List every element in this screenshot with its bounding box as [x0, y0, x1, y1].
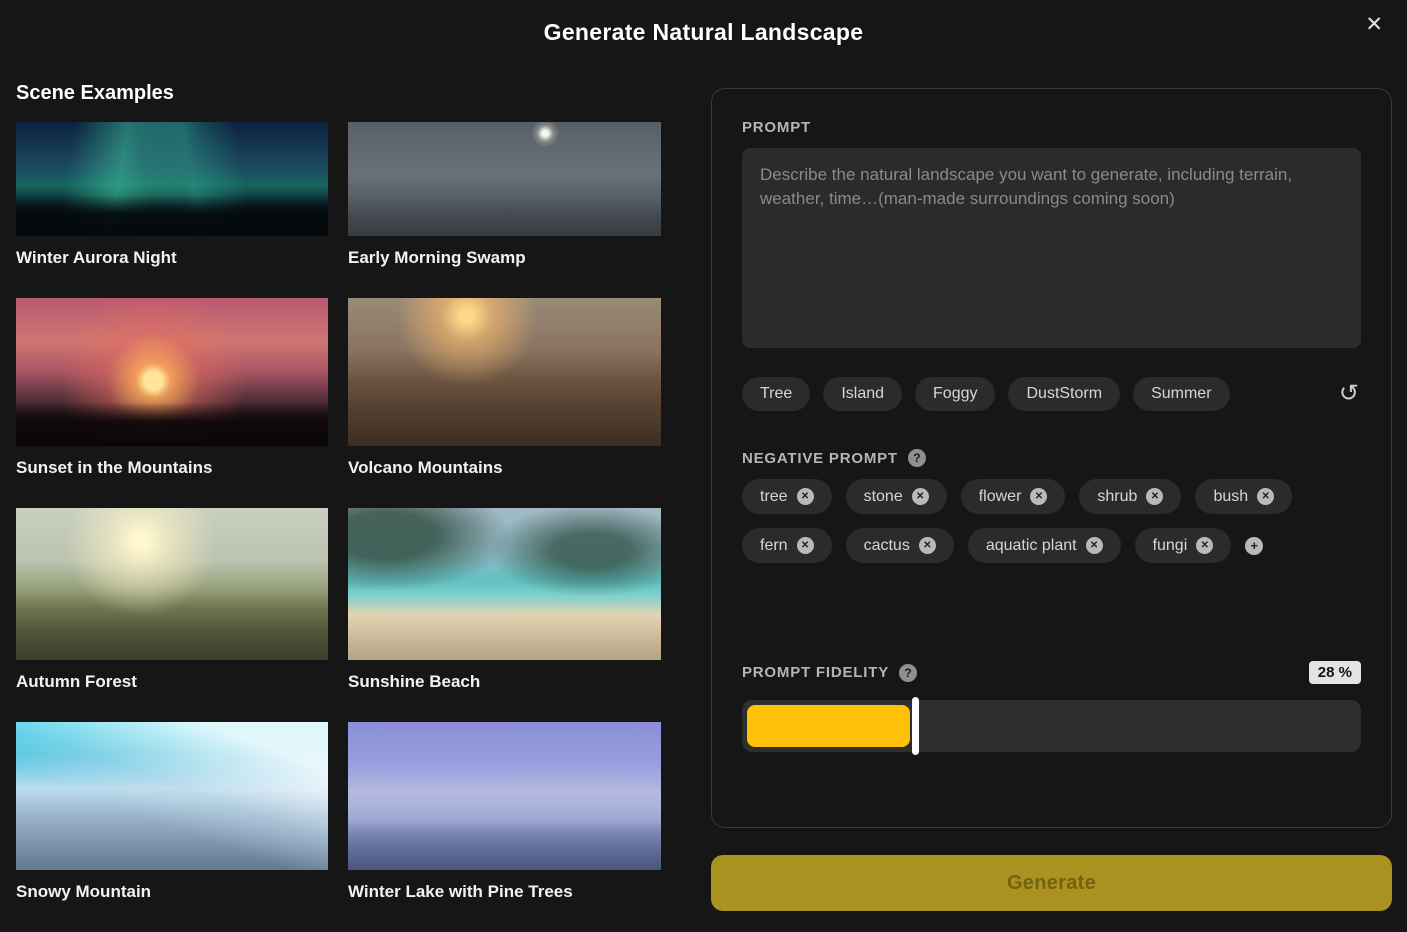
negative-tag-stone[interactable]: stone ✕ — [846, 479, 947, 514]
negative-tag-aquatic-plant[interactable]: aquatic plant ✕ — [968, 528, 1121, 563]
negative-tag-tree[interactable]: tree ✕ — [742, 479, 832, 514]
modal-title: Generate Natural Landscape — [544, 19, 864, 46]
tag-label: cactus — [864, 538, 910, 554]
tag-label: bush — [1213, 489, 1248, 505]
negative-prompt-section: NEGATIVE PROMPT ? tree ✕ stone ✕ flower … — [742, 449, 1361, 563]
suggestion-pill-summer[interactable]: Summer — [1133, 377, 1229, 411]
suggestion-label: Summer — [1151, 386, 1211, 402]
suggestion-label: DustStorm — [1026, 386, 1102, 402]
refresh-icon: ↺ — [1339, 380, 1359, 407]
modal-header: Generate Natural Landscape ✕ — [0, 0, 1407, 64]
scene-card-winter-lake-with-pine-trees[interactable]: Winter Lake with Pine Trees — [348, 722, 661, 924]
tag-label: tree — [760, 489, 788, 505]
scene-thumbnail-winter-aurora-night[interactable] — [16, 122, 328, 236]
negative-tag-fungi[interactable]: fungi ✕ — [1135, 528, 1232, 563]
scene-thumbnail-autumn-forest[interactable] — [16, 508, 328, 660]
refresh-suggestions-button[interactable]: ↺ — [1337, 382, 1361, 406]
remove-tag-icon[interactable]: ✕ — [1196, 537, 1213, 554]
scene-label: Winter Aurora Night — [16, 248, 328, 268]
remove-tag-icon[interactable]: ✕ — [797, 537, 814, 554]
prompt-suggestions-row: Tree Island Foggy DustStorm Summer ↺ — [742, 377, 1361, 411]
negative-tag-fern[interactable]: fern ✕ — [742, 528, 832, 563]
negative-tag-flower[interactable]: flower ✕ — [961, 479, 1066, 514]
fidelity-help-icon[interactable]: ? — [899, 664, 917, 682]
generation-panel-column: PROMPT Tree Island Foggy DustStorm Summe — [711, 64, 1392, 932]
suggestion-pill-island[interactable]: Island — [823, 377, 902, 411]
tag-label: stone — [864, 489, 903, 505]
negative-prompt-help-icon[interactable]: ? — [908, 449, 926, 467]
scene-thumbnail-sunset-in-the-mountains[interactable] — [16, 298, 328, 446]
negative-tags-wrap: tree ✕ stone ✕ flower ✕ shrub ✕ — [742, 479, 1361, 563]
fidelity-label: PROMPT FIDELITY — [742, 664, 889, 681]
scene-label: Sunshine Beach — [348, 672, 661, 692]
suggestion-label: Foggy — [933, 386, 977, 402]
scene-thumbnail-sunshine-beach[interactable] — [348, 508, 661, 660]
tag-label: fungi — [1153, 538, 1188, 554]
negative-tag-cactus[interactable]: cactus ✕ — [846, 528, 954, 563]
scene-card-winter-aurora-night[interactable]: Winter Aurora Night — [16, 122, 328, 290]
tag-label: shrub — [1097, 489, 1137, 505]
suggestion-pill-foggy[interactable]: Foggy — [915, 377, 995, 411]
add-tag-button[interactable]: + — [1245, 537, 1263, 555]
scene-examples-section: Scene Examples Winter Aurora Night Early… — [16, 64, 661, 932]
negative-tag-shrub[interactable]: shrub ✕ — [1079, 479, 1181, 514]
remove-tag-icon[interactable]: ✕ — [1086, 537, 1103, 554]
suggestion-pill-duststorm[interactable]: DustStorm — [1008, 377, 1120, 411]
suggestion-label: Island — [841, 386, 884, 402]
scene-label: Snowy Mountain — [16, 882, 328, 902]
remove-tag-icon[interactable]: ✕ — [797, 488, 814, 505]
remove-tag-icon[interactable]: ✕ — [1257, 488, 1274, 505]
scene-label: Early Morning Swamp — [348, 248, 661, 268]
scene-card-sunshine-beach[interactable]: Sunshine Beach — [348, 508, 661, 714]
remove-tag-icon[interactable]: ✕ — [1030, 488, 1047, 505]
scene-grid: Winter Aurora Night Early Morning Swamp … — [16, 122, 661, 932]
tag-label: flower — [979, 489, 1022, 505]
tag-label: aquatic plant — [986, 538, 1077, 554]
remove-tag-icon[interactable]: ✕ — [912, 488, 929, 505]
scene-thumbnail-winter-lake-with-pine-trees[interactable] — [348, 722, 661, 870]
tag-label: fern — [760, 538, 788, 554]
modal-body: Scene Examples Winter Aurora Night Early… — [0, 64, 1407, 932]
fidelity-label-row: PROMPT FIDELITY ? 28 % — [742, 661, 1361, 684]
scene-card-volcano-mountains[interactable]: Volcano Mountains — [348, 298, 661, 500]
scene-label: Winter Lake with Pine Trees — [348, 882, 661, 902]
generate-button[interactable]: Generate — [711, 855, 1392, 911]
fidelity-slider-handle[interactable] — [912, 697, 919, 755]
scene-thumbnail-volcano-mountains[interactable] — [348, 298, 661, 446]
scene-label: Sunset in the Mountains — [16, 458, 328, 478]
scene-thumbnail-snowy-mountain[interactable] — [16, 722, 328, 870]
remove-tag-icon[interactable]: ✕ — [1146, 488, 1163, 505]
scene-card-sunset-in-the-mountains[interactable]: Sunset in the Mountains — [16, 298, 328, 500]
scene-examples-heading: Scene Examples — [16, 82, 661, 105]
suggestion-label: Tree — [760, 386, 792, 402]
prompt-label: PROMPT — [742, 119, 811, 136]
fidelity-slider-fill — [747, 705, 910, 747]
fidelity-value-badge: 28 % — [1309, 661, 1361, 684]
scene-card-early-morning-swamp[interactable]: Early Morning Swamp — [348, 122, 661, 290]
generation-panel: PROMPT Tree Island Foggy DustStorm Summe — [711, 88, 1392, 828]
remove-tag-icon[interactable]: ✕ — [919, 537, 936, 554]
scene-label: Volcano Mountains — [348, 458, 661, 478]
negative-prompt-label: NEGATIVE PROMPT — [742, 450, 898, 467]
suggestion-pill-tree[interactable]: Tree — [742, 377, 810, 411]
scene-label: Autumn Forest — [16, 672, 328, 692]
negative-tag-bush[interactable]: bush ✕ — [1195, 479, 1292, 514]
close-icon: ✕ — [1365, 13, 1383, 36]
scene-card-autumn-forest[interactable]: Autumn Forest — [16, 508, 328, 714]
scene-card-snowy-mountain[interactable]: Snowy Mountain — [16, 722, 328, 924]
prompt-input[interactable] — [742, 148, 1361, 348]
scene-thumbnail-early-morning-swamp[interactable] — [348, 122, 661, 236]
close-button[interactable]: ✕ — [1359, 8, 1389, 41]
fidelity-slider[interactable] — [742, 700, 1361, 752]
